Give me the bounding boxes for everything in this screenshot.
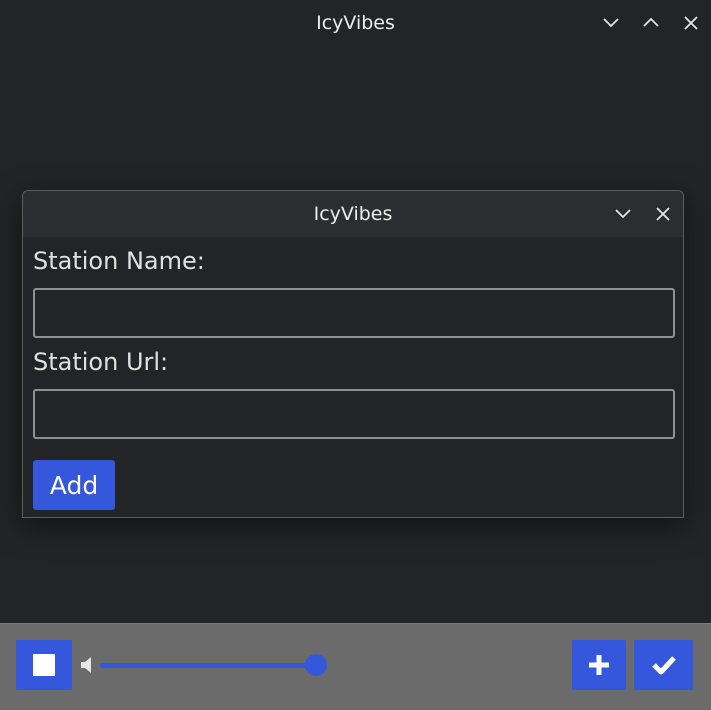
add-station-button[interactable] bbox=[572, 640, 626, 690]
close-icon bbox=[684, 16, 698, 30]
confirm-button[interactable] bbox=[634, 640, 693, 690]
volume-slider-track bbox=[100, 663, 316, 668]
dialog-title: IcyVibes bbox=[313, 203, 393, 225]
add-button[interactable]: Add bbox=[33, 460, 115, 510]
close-button[interactable] bbox=[671, 0, 711, 46]
player-bar bbox=[0, 623, 711, 710]
dialog-controls bbox=[603, 191, 683, 237]
dialog-titlebar: IcyVibes bbox=[23, 191, 683, 237]
dialog-minimize-button[interactable] bbox=[603, 191, 643, 237]
station-name-input[interactable] bbox=[33, 288, 675, 338]
minimize-button[interactable] bbox=[591, 0, 631, 46]
window-title: IcyVibes bbox=[316, 12, 395, 34]
add-station-dialog: IcyVibes Station Name: Station Url: Add bbox=[22, 190, 684, 518]
plus-icon bbox=[589, 655, 609, 675]
checkmark-icon bbox=[651, 656, 676, 675]
maximize-button[interactable] bbox=[631, 0, 671, 46]
station-name-label: Station Name: bbox=[33, 247, 205, 275]
chevron-down-icon bbox=[615, 209, 631, 219]
station-url-input[interactable] bbox=[33, 389, 675, 439]
stop-icon bbox=[33, 654, 55, 676]
dialog-close-button[interactable] bbox=[643, 191, 683, 237]
speaker-icon bbox=[81, 657, 91, 673]
station-url-label: Station Url: bbox=[33, 348, 169, 376]
volume-slider[interactable] bbox=[100, 652, 330, 678]
chevron-up-icon bbox=[643, 17, 659, 27]
close-icon bbox=[656, 207, 670, 221]
stop-button[interactable] bbox=[16, 640, 72, 690]
window-titlebar: IcyVibes bbox=[0, 0, 711, 46]
window-controls bbox=[591, 0, 711, 46]
chevron-down-icon bbox=[603, 18, 619, 28]
volume-slider-handle[interactable] bbox=[305, 654, 327, 676]
